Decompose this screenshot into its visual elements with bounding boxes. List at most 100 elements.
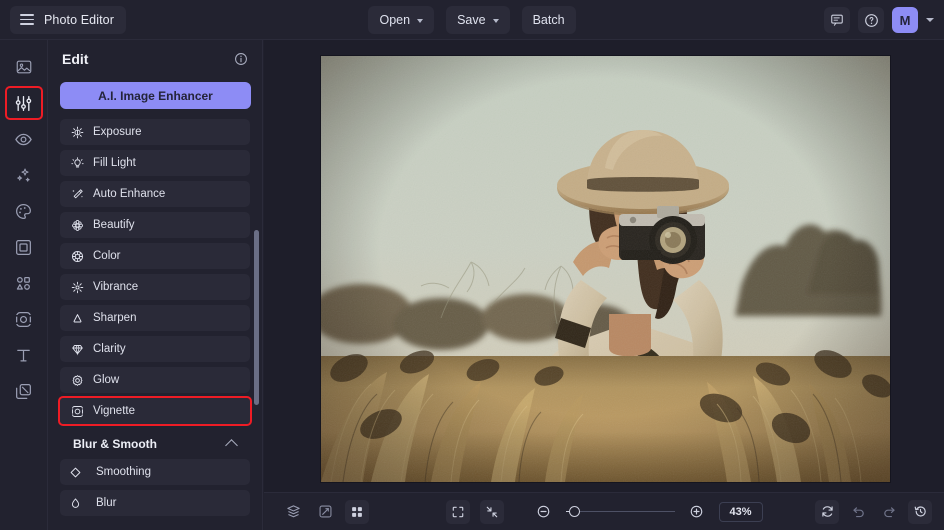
list-item-auto-enhance[interactable]: Auto Enhance xyxy=(60,181,250,207)
flower-icon xyxy=(71,219,84,232)
bottom-left-tools xyxy=(281,500,369,524)
triangle-icon xyxy=(71,312,84,325)
zoom-slider-track[interactable] xyxy=(575,511,675,513)
list-item-beautify[interactable]: Beautify xyxy=(60,212,250,238)
fit-screen-button[interactable] xyxy=(446,500,470,524)
zoom-slider-knob[interactable] xyxy=(569,506,580,517)
list-item-blur[interactable]: Blur xyxy=(60,490,250,516)
rail-item-cutout[interactable] xyxy=(7,304,41,334)
top-toolbar: Photo Editor Open Save Batch xyxy=(0,0,944,40)
rail-item-color[interactable] xyxy=(7,196,41,226)
frame-icon xyxy=(14,238,33,257)
photo-preview[interactable] xyxy=(321,56,890,482)
list-item-label: Vignette xyxy=(93,405,135,417)
canvas-area[interactable] xyxy=(264,40,944,492)
list-item-label: Auto Enhance xyxy=(93,188,165,200)
reset-button[interactable] xyxy=(815,500,839,524)
list-item-vibrance[interactable]: Vibrance xyxy=(60,274,250,300)
zoom-slider[interactable] xyxy=(566,511,675,513)
rail-item-effects[interactable] xyxy=(7,160,41,190)
rail-item-retouch[interactable] xyxy=(7,124,41,154)
list-item-color[interactable]: Color xyxy=(60,243,250,269)
help-button[interactable] xyxy=(858,7,884,33)
brightness-icon xyxy=(71,126,84,139)
hamburger-icon[interactable] xyxy=(20,14,34,25)
list-item-vignette[interactable]: Vignette xyxy=(60,398,250,424)
save-button-label: Save xyxy=(457,13,486,27)
photo-editor-app: Photo Editor Open Save Batch xyxy=(0,0,944,530)
batch-button[interactable]: Batch xyxy=(522,6,576,34)
list-item-label: Color xyxy=(93,250,120,262)
list-item-label: Smoothing xyxy=(96,466,151,478)
text-icon xyxy=(14,346,33,365)
ai-image-enhancer-button[interactable]: A.I. Image Enhancer xyxy=(60,82,251,109)
bottom-right-tools xyxy=(815,500,932,524)
list-item-label: Fill Light xyxy=(93,157,136,169)
diamond-outline-icon xyxy=(69,466,82,479)
rail-item-image[interactable] xyxy=(7,52,41,82)
rail-item-frame[interactable] xyxy=(7,232,41,262)
chevron-down-icon[interactable] xyxy=(926,18,934,22)
layers-copy-icon xyxy=(14,382,33,401)
chevron-up-icon[interactable] xyxy=(225,439,238,452)
edit-panel: Edit A.I. Image Enhancer Exposure xyxy=(48,40,263,530)
bulb-icon xyxy=(71,157,84,170)
zoom-in-icon xyxy=(689,504,704,519)
feedback-button[interactable] xyxy=(824,7,850,33)
section-blur-smooth[interactable]: Blur & Smooth xyxy=(60,429,250,459)
panel-scrollbar[interactable] xyxy=(254,230,259,405)
app-title: Photo Editor xyxy=(44,13,114,27)
palette-icon xyxy=(14,202,33,221)
edit-panel-header: Edit xyxy=(48,40,262,78)
layers-button[interactable] xyxy=(281,500,305,524)
collapse-arrows-icon xyxy=(485,505,499,519)
grid-button[interactable] xyxy=(345,500,369,524)
zoom-out-button[interactable] xyxy=(532,500,556,524)
open-button[interactable]: Open xyxy=(368,6,434,34)
color-wheel-icon xyxy=(71,250,84,263)
rail-item-text[interactable] xyxy=(7,340,41,370)
history-button[interactable] xyxy=(908,500,932,524)
list-item-fill-light[interactable]: Fill Light xyxy=(60,150,250,176)
avatar[interactable]: M xyxy=(892,7,918,33)
undo-button[interactable] xyxy=(846,500,870,524)
shapes-icon xyxy=(14,274,33,293)
avatar-initial: M xyxy=(900,13,911,28)
help-circle-icon xyxy=(864,13,879,28)
app-menu-brand[interactable]: Photo Editor xyxy=(10,6,126,34)
compare-button[interactable] xyxy=(313,500,337,524)
zoom-in-button[interactable] xyxy=(685,500,709,524)
rail-item-adjust[interactable] xyxy=(7,88,41,118)
zoom-level-value[interactable]: 43% xyxy=(719,502,763,522)
diamond-icon xyxy=(71,343,84,356)
list-item-exposure[interactable]: Exposure xyxy=(60,119,250,145)
rail-item-shapes[interactable] xyxy=(7,268,41,298)
batch-button-label: Batch xyxy=(533,13,565,27)
redo-button[interactable] xyxy=(877,500,901,524)
layers-stack-icon xyxy=(286,504,301,519)
list-item-glow[interactable]: Glow xyxy=(60,367,250,393)
list-item-label: Beautify xyxy=(93,219,135,231)
image-icon xyxy=(15,58,33,76)
chevron-down-icon xyxy=(493,19,499,23)
rail-item-layers[interactable] xyxy=(7,376,41,406)
list-item-smoothing[interactable]: Smoothing xyxy=(60,459,250,485)
info-circle-icon xyxy=(234,52,248,66)
save-button[interactable]: Save xyxy=(446,6,510,34)
list-item-label: Sharpen xyxy=(93,312,136,324)
top-right-actions: M xyxy=(824,0,934,40)
list-item-label: Glow xyxy=(93,374,119,386)
list-item-sharpen[interactable]: Sharpen xyxy=(60,305,250,331)
vignette-icon xyxy=(71,405,84,418)
actual-size-button[interactable] xyxy=(480,500,504,524)
info-button[interactable] xyxy=(234,52,248,66)
list-item-label: Vibrance xyxy=(93,281,138,293)
list-item-clarity[interactable]: Clarity xyxy=(60,336,250,362)
sliders-icon xyxy=(14,94,33,113)
photo-image xyxy=(321,56,890,482)
left-tool-rail xyxy=(0,40,48,530)
magic-wand-icon xyxy=(71,188,84,201)
chat-bubble-icon xyxy=(830,13,844,27)
list-item-label: Exposure xyxy=(93,126,142,138)
zoom-out-icon xyxy=(536,504,551,519)
